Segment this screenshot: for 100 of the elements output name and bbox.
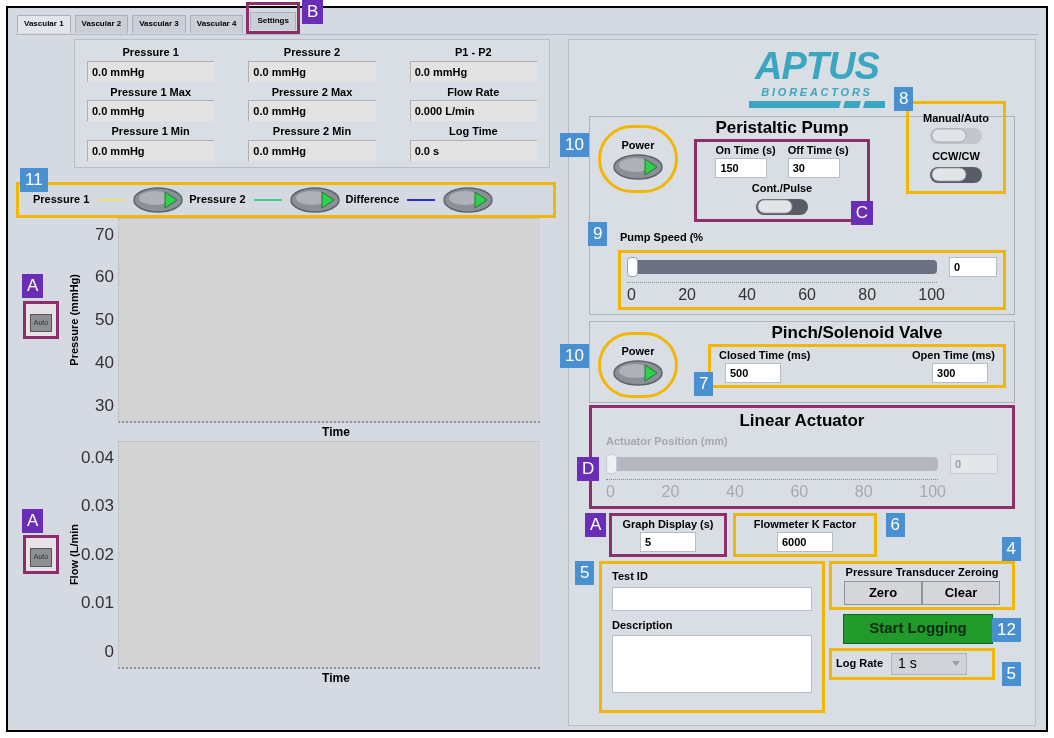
- field-label: Log Rate: [836, 656, 884, 672]
- readout-field: 0.0 s: [409, 139, 537, 161]
- axis-title: Time: [322, 669, 350, 687]
- readout-field: 0.0 mmHg: [87, 100, 215, 121]
- chevron-down-icon: [952, 661, 961, 666]
- readout-label: Pressure 2 Max: [271, 84, 353, 100]
- callout-label: 5: [575, 561, 595, 585]
- callout-label: A: [22, 508, 44, 533]
- axis-tick-label: 50: [95, 311, 114, 329]
- slider-track[interactable]: [606, 453, 938, 474]
- on-time-field[interactable]: 150: [715, 158, 768, 178]
- logo-wordmark: APTUS: [754, 48, 879, 84]
- axis-tick-label: 0.02: [80, 545, 114, 564]
- off-time-field[interactable]: 30: [787, 158, 840, 178]
- callout-label: 12: [992, 617, 1021, 642]
- callout-label: 5: [1001, 661, 1021, 686]
- group-label: Pressure Transducer Zeroing: [845, 565, 999, 580]
- scale-label: 0: [627, 284, 636, 305]
- readout-label: Pressure 1 Min: [111, 124, 190, 139]
- section-title: Pinch/Solenoid Valve: [771, 321, 943, 344]
- readout-label: Pressure 1 Max: [110, 84, 191, 100]
- scale-label: 40: [738, 284, 756, 305]
- power-toggle[interactable]: [613, 359, 663, 386]
- scale-label: 80: [858, 284, 877, 305]
- axis-tick-label: 60: [95, 268, 114, 287]
- toggle-switch[interactable]: [929, 164, 983, 185]
- graph-display-field[interactable]: 5: [640, 532, 696, 552]
- power-label: Power: [621, 138, 655, 154]
- tab[interactable]: Vascular 4: [189, 14, 244, 33]
- zeroing-button[interactable]: Clear: [922, 580, 1000, 605]
- plot-label: Pressure 1: [33, 192, 90, 208]
- callout-label: A: [585, 512, 607, 537]
- k-factor-field[interactable]: 6000: [777, 532, 833, 552]
- callout-label: 8: [894, 86, 914, 111]
- switch-label: CCW/CW: [932, 149, 980, 164]
- power-label: Power: [621, 344, 655, 360]
- tab[interactable]: Vascular 3: [132, 14, 186, 33]
- field-label: On Time (s): [715, 142, 776, 158]
- field-label: Open Time (ms): [912, 347, 995, 363]
- field-label: Off Time (s): [787, 142, 849, 158]
- readout-field: 0.0 mmHg: [248, 60, 376, 82]
- readout-label: Flow Rate: [447, 84, 500, 100]
- plot-label: Pressure 2: [189, 192, 246, 208]
- axis-title: Pressure (mmHg): [66, 274, 81, 366]
- tab[interactable]: Vascular 1: [17, 14, 71, 33]
- readout-label: Pressure 2: [283, 45, 341, 60]
- axis-tick-label: 0.01: [80, 594, 114, 612]
- callout-label: D: [577, 456, 600, 481]
- readout-field: 0.0 mmHg: [409, 60, 537, 82]
- slider-label: Pump Speed (%: [620, 230, 704, 243]
- readout-field: 0.0 mmHg: [87, 60, 215, 82]
- plot-toggle[interactable]: [133, 186, 184, 213]
- scale-label: 60: [798, 284, 816, 305]
- tab[interactable]: Vascular 2: [74, 14, 129, 33]
- slider-thumb[interactable]: [627, 256, 638, 277]
- start-logging-button[interactable]: Start Logging: [843, 613, 993, 644]
- readout-field: 0.0 mmHg: [248, 100, 376, 121]
- slider-track[interactable]: [627, 256, 937, 277]
- toggle-switch[interactable]: [929, 126, 983, 146]
- switch-label: Manual/Auto: [923, 110, 989, 126]
- scale-label: 100: [918, 284, 945, 305]
- tab[interactable]: Settings: [250, 11, 296, 30]
- plot-toggle[interactable]: [289, 186, 340, 213]
- readout-label: P1 - P2: [455, 45, 492, 60]
- readout-field: 0.0 mmHg: [248, 139, 376, 161]
- callout-label: A: [22, 274, 44, 298]
- description-field[interactable]: [612, 635, 812, 693]
- callout-label: 11: [20, 167, 48, 192]
- slider-value-field[interactable]: 0: [949, 256, 997, 277]
- open-time-field[interactable]: 300: [932, 363, 989, 383]
- field-label: Graph Display (s): [622, 516, 714, 532]
- switch-label: Cont./Pulse: [751, 181, 813, 196]
- log-rate-dropdown[interactable]: 1 s: [891, 652, 968, 675]
- callout-label: 4: [1001, 537, 1021, 561]
- field-label: Test ID: [612, 569, 649, 584]
- zeroing-button[interactable]: Zero: [844, 580, 922, 605]
- section-title: Linear Actuator: [739, 409, 865, 432]
- callout-label: 10: [560, 132, 589, 157]
- readout-label: Log Time: [448, 124, 498, 139]
- scale-label: 20: [678, 284, 696, 305]
- power-toggle[interactable]: [613, 153, 663, 180]
- field-label: Description: [612, 617, 674, 633]
- readout-label: Pressure 1: [122, 45, 179, 60]
- axis-title: Time: [322, 423, 350, 441]
- test-id-field[interactable]: [612, 586, 812, 611]
- closed-time-field[interactable]: 500: [725, 363, 781, 383]
- readout-field: 0.0 mmHg: [87, 139, 215, 161]
- callout-label: 9: [588, 221, 608, 246]
- readout-label: Pressure 2 Min: [272, 124, 352, 139]
- axis-tick-label: 40: [95, 353, 114, 372]
- mode-switch[interactable]: [755, 196, 809, 217]
- callout-label: C: [850, 200, 873, 225]
- field-label: Closed Time (ms): [719, 347, 811, 363]
- plot-toggle[interactable]: [443, 186, 494, 213]
- axis-title: Flow (L/min: [66, 523, 81, 586]
- plot-label: Difference: [345, 192, 400, 208]
- readout-field: 0.000 L/min: [409, 100, 537, 121]
- callout-label: 10: [560, 343, 589, 368]
- callout-label: 6: [885, 512, 905, 537]
- field-label: Flowmeter K Factor: [753, 516, 857, 532]
